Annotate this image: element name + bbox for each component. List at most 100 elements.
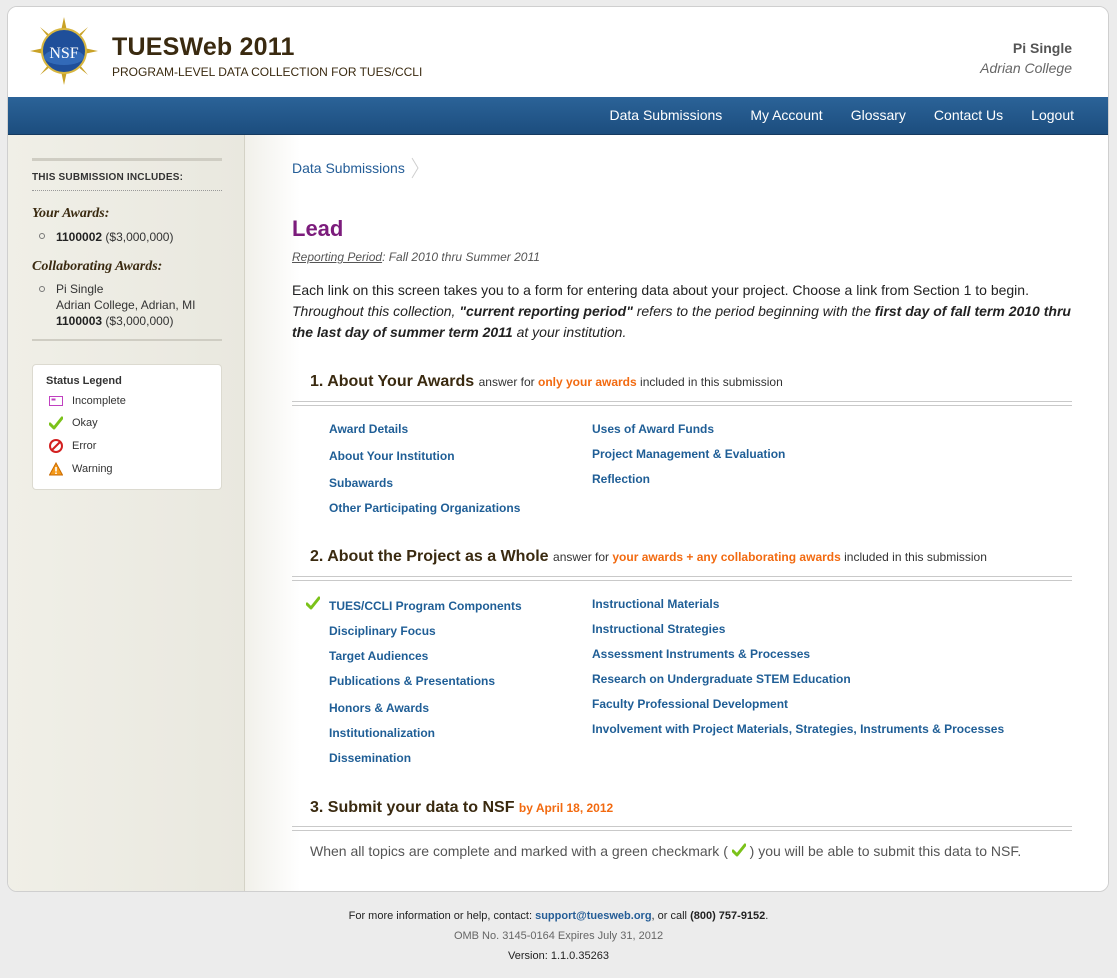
support-phone: (800) 757-9152	[690, 910, 766, 922]
collaborating-awards-heading: Collaborating Awards:	[32, 259, 163, 274]
topic-tues-ccli-program-components[interactable]: TUES/CCLI Program Components	[329, 599, 522, 613]
header: NSF TUESWeb 2011 PROGRAM-LEVEL DATA COLL…	[8, 7, 1108, 97]
intro-text: Each link on this screen takes you to a …	[292, 280, 1082, 343]
divider	[292, 401, 1072, 406]
status-legend: Status Legend Incomplete Okay Error Warn…	[32, 364, 222, 490]
topic-award-details[interactable]: Award Details	[329, 422, 408, 436]
topic-instructional-strategies[interactable]: Instructional Strategies	[592, 622, 725, 636]
nav-contact-us[interactable]: Contact Us	[934, 97, 1003, 134]
topic-target-audiences[interactable]: Target Audiences	[329, 649, 428, 663]
legend-incomplete: Incomplete	[49, 393, 126, 409]
submit-text: When all topics are complete and marked …	[310, 843, 728, 859]
nav-glossary[interactable]: Glossary	[851, 97, 906, 134]
period-value: : Fall 2010 thru Summer 2011	[382, 250, 540, 264]
legend-warning: Warning	[49, 461, 113, 477]
legend-okay: Okay	[49, 415, 98, 431]
divider	[292, 826, 1072, 831]
intro-italic: Throughout this collection,	[292, 303, 460, 319]
site-title: TUESWeb 2011	[112, 33, 295, 61]
topic-research-undergraduate-stem[interactable]: Research on Undergraduate STEM Education	[592, 672, 851, 686]
topic-institutionalization[interactable]: Institutionalization	[329, 726, 435, 740]
nav-logout[interactable]: Logout	[1031, 97, 1074, 134]
section-3-title: 3. Submit your data to NSF by April 18, …	[310, 799, 613, 817]
submission-includes-heading: THIS SUBMISSION INCLUDES:	[32, 172, 184, 183]
bullet	[39, 286, 45, 292]
check-icon	[49, 416, 63, 430]
footer-omb: OMB No. 3145-0164 Expires July 31, 2012	[453, 930, 664, 942]
page-title: Lead	[292, 216, 344, 241]
topic-uses-of-award-funds[interactable]: Uses of Award Funds	[592, 422, 714, 436]
check-icon	[731, 843, 747, 857]
legend-label: Warning	[72, 463, 113, 475]
intro-italic: at your institution.	[512, 324, 627, 340]
legend-label: Error	[72, 440, 97, 452]
section-heading: 3. Submit your data to NSF	[310, 799, 515, 816]
topic-reflection[interactable]: Reflection	[592, 472, 650, 486]
section-1-title: 1. About Your Awards answer for only you…	[310, 373, 783, 391]
award-amount: ($3,000,000)	[105, 314, 174, 328]
section-note: answer for only your awards included in …	[478, 375, 783, 389]
bullet	[39, 233, 45, 239]
intro-line: Each link on this screen takes you to a …	[292, 282, 1029, 298]
topic-honors-awards[interactable]: Honors & Awards	[329, 701, 429, 715]
chevron-right-icon	[411, 157, 419, 179]
your-award-item: 1100002 ($3,000,000)	[56, 229, 173, 245]
topic-publications-presentations[interactable]: Publications & Presentations	[329, 674, 495, 688]
site-subtitle: PROGRAM-LEVEL DATA COLLECTION FOR TUES/C…	[112, 65, 423, 79]
breadcrumb-data-submissions[interactable]: Data Submissions	[292, 160, 405, 176]
main-content: Data Submissions Lead Reporting Period: …	[245, 135, 1108, 891]
nav-my-account[interactable]: My Account	[750, 97, 822, 134]
divider	[32, 158, 222, 161]
legend-label: Okay	[72, 417, 98, 429]
nav-data-submissions[interactable]: Data Submissions	[609, 97, 722, 134]
award-amount: ($3,000,000)	[105, 230, 174, 244]
topic-involvement-project-materials[interactable]: Involvement with Project Materials, Stra…	[592, 722, 1004, 736]
period-label: Reporting Period	[292, 250, 383, 264]
topic-other-participating-organizations[interactable]: Other Participating Organizations	[329, 501, 520, 515]
award-id: 1100003	[56, 314, 103, 328]
legend-title: Status Legend	[46, 375, 122, 387]
topic-instructional-materials[interactable]: Instructional Materials	[592, 597, 719, 611]
footer-version: Version: 1.1.0.35263	[508, 950, 609, 962]
app-frame: NSF TUESWeb 2011 PROGRAM-LEVEL DATA COLL…	[7, 6, 1109, 892]
topic-dissemination[interactable]: Dissemination	[329, 751, 411, 765]
submit-text: ) you will be able to submit this data t…	[749, 843, 1022, 859]
divider	[32, 339, 222, 341]
section-note: answer for your awards + any collaborati…	[553, 550, 987, 564]
section-2-title: 2. About the Project as a Whole answer f…	[310, 548, 987, 566]
topic-about-your-institution[interactable]: About Your Institution	[329, 449, 455, 463]
collab-name: Pi Single	[56, 282, 104, 296]
topic-disciplinary-focus[interactable]: Disciplinary Focus	[329, 624, 436, 638]
divider	[292, 576, 1072, 581]
incomplete-icon	[49, 396, 63, 406]
deadline: by April 18, 2012	[518, 801, 614, 815]
sidebar: THIS SUBMISSION INCLUDES: Your Awards: 1…	[8, 135, 245, 891]
section-heading: 1. About Your Awards	[310, 373, 475, 390]
main-nav: Data Submissions My Account Glossary Con…	[8, 97, 1108, 135]
user-name: Pi Single	[1012, 40, 1072, 56]
divider	[32, 190, 222, 191]
collab-location: Adrian College, Adrian, MI	[56, 298, 196, 312]
legend-error: Error	[49, 438, 96, 454]
nsf-logo[interactable]: NSF	[30, 17, 98, 85]
intro-term: "current reporting period"	[459, 303, 633, 319]
award-id: 1100002	[56, 230, 103, 244]
submit-message: When all topics are complete and marked …	[310, 843, 1021, 859]
footer-contact: For more information or help, contact: s…	[348, 910, 769, 922]
intro-italic: refers to the period beginning with the	[632, 303, 875, 319]
section-heading: 2. About the Project as a Whole	[310, 548, 549, 565]
svg-text:NSF: NSF	[49, 45, 78, 62]
topic-assessment-instruments-processes[interactable]: Assessment Instruments & Processes	[592, 647, 810, 661]
topic-faculty-professional-development[interactable]: Faculty Professional Development	[592, 697, 788, 711]
error-icon	[49, 439, 63, 453]
topic-subawards[interactable]: Subawards	[329, 476, 393, 490]
topic-project-management-evaluation[interactable]: Project Management & Evaluation	[592, 447, 785, 461]
legend-label: Incomplete	[72, 395, 126, 407]
collab-award-item: Pi Single Adrian College, Adrian, MI 110…	[56, 281, 195, 329]
warning-icon	[49, 462, 63, 476]
reporting-period: Reporting Period: Fall 2010 thru Summer …	[292, 250, 540, 264]
your-awards-heading: Your Awards:	[32, 206, 110, 221]
support-email-link[interactable]: support@tuesweb.org	[535, 910, 651, 922]
check-icon	[306, 596, 320, 610]
user-organization: Adrian College	[980, 60, 1072, 76]
